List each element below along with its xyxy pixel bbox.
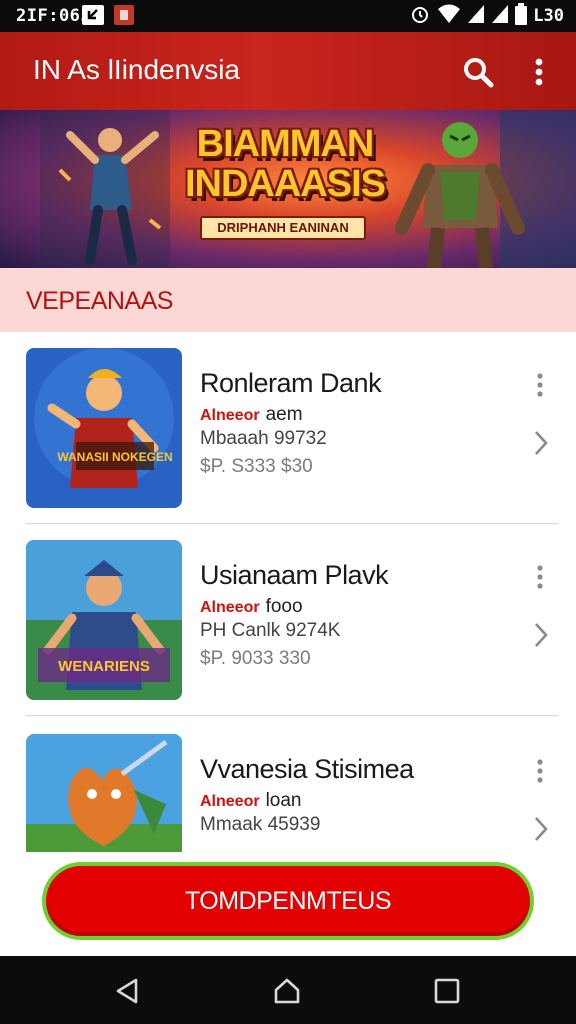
chevron-right-icon[interactable] bbox=[530, 620, 552, 650]
game-name: Usianaam Plavk bbox=[200, 560, 389, 590]
section-header: VEPEANAAS bbox=[0, 268, 576, 332]
chevron-right-icon[interactable] bbox=[530, 814, 552, 844]
battery-icon bbox=[515, 2, 528, 30]
game-publisher: Alneeor loan bbox=[200, 790, 302, 812]
hero-title-line2: INDAAASIS bbox=[184, 163, 386, 205]
status-battery-text: L30 bbox=[533, 6, 564, 26]
nav-arrow-icon bbox=[82, 5, 104, 25]
signal-icon bbox=[491, 4, 509, 29]
list-item[interactable]: Vvanesia Stisimea Alneeor loan Mmaak 4593… bbox=[0, 718, 576, 852]
hero-ribbon: DRIPHANH EANINAN bbox=[200, 216, 366, 240]
game-name: Vvanesia Stisimea bbox=[200, 754, 414, 784]
list-item[interactable]: WENARIENS Usianaam Plavk Alneeor fooo PH … bbox=[0, 524, 576, 716]
game-price: $P. 9033 330 bbox=[200, 648, 311, 669]
system-nav-bar bbox=[0, 956, 576, 1024]
signal-icon bbox=[467, 4, 485, 29]
wifi-icon bbox=[437, 4, 461, 29]
section-title: VEPEANAAS bbox=[26, 287, 173, 315]
search-icon[interactable] bbox=[460, 54, 496, 90]
cta-button-border: TOMDPENMTEUS bbox=[42, 862, 534, 940]
app-bar: IN As lIindenvsia bbox=[0, 32, 576, 110]
item-more-icon[interactable] bbox=[530, 372, 550, 398]
game-thumbnail: WANASII NOKEGEN bbox=[26, 348, 182, 508]
home-icon[interactable] bbox=[272, 976, 302, 1006]
publisher-suffix: fooo bbox=[265, 596, 303, 617]
chevron-right-icon[interactable] bbox=[530, 428, 552, 458]
more-vertical-icon[interactable] bbox=[524, 54, 554, 90]
hero-character-right bbox=[395, 110, 576, 268]
hero-character-left bbox=[40, 110, 170, 268]
game-meta: Mmaak 45939 bbox=[200, 814, 321, 835]
game-publisher: Alneeor aem bbox=[200, 404, 303, 426]
list-divider bbox=[26, 715, 558, 716]
game-price: $P. S333 $30 bbox=[200, 456, 313, 477]
publisher-suffix: aem bbox=[265, 404, 303, 425]
game-list: WANASII NOKEGEN Ronleram Dank Alneeor aem… bbox=[0, 332, 576, 852]
publisher-brand: Alneeor bbox=[200, 793, 260, 810]
game-thumbnail bbox=[26, 734, 182, 852]
publisher-suffix: loan bbox=[265, 790, 302, 811]
game-publisher: Alneeor fooo bbox=[200, 596, 303, 618]
status-time: 2IF:065 bbox=[16, 6, 92, 26]
cta-button[interactable]: TOMDPENMTEUS bbox=[46, 866, 530, 936]
status-icons: L30 bbox=[409, 2, 564, 30]
game-name: Ronleram Dank bbox=[200, 368, 382, 398]
alarm-icon bbox=[409, 3, 431, 30]
app-badge-icon bbox=[114, 5, 134, 25]
thumbnail-text: WANASII NOKEGEN bbox=[57, 450, 172, 464]
game-meta: Mbaaah 99732 bbox=[200, 428, 327, 449]
thumbnail-text: WENARIENS bbox=[58, 658, 150, 675]
hero-banner[interactable]: BIAMMAN INDAAASIS DRIPHANH EANINAN bbox=[0, 110, 576, 268]
game-thumbnail: WENARIENS bbox=[26, 540, 182, 700]
publisher-brand: Alneeor bbox=[200, 599, 260, 616]
recents-icon[interactable] bbox=[432, 976, 462, 1006]
game-meta: PH Canlk 9274K bbox=[200, 620, 341, 641]
item-more-icon[interactable] bbox=[530, 758, 550, 784]
status-bar: 2IF:065 L30 bbox=[0, 0, 576, 32]
hero-title: BIAMMAN INDAAASIS bbox=[170, 124, 400, 204]
app-title: IN As lIindenvsia bbox=[33, 54, 240, 85]
item-more-icon[interactable] bbox=[530, 564, 550, 590]
publisher-brand: Alneeor bbox=[200, 407, 260, 424]
hero-title-line1: BIAMMAN bbox=[196, 123, 375, 165]
back-icon[interactable] bbox=[112, 976, 142, 1006]
list-item[interactable]: WANASII NOKEGEN Ronleram Dank Alneeor aem… bbox=[0, 332, 576, 524]
